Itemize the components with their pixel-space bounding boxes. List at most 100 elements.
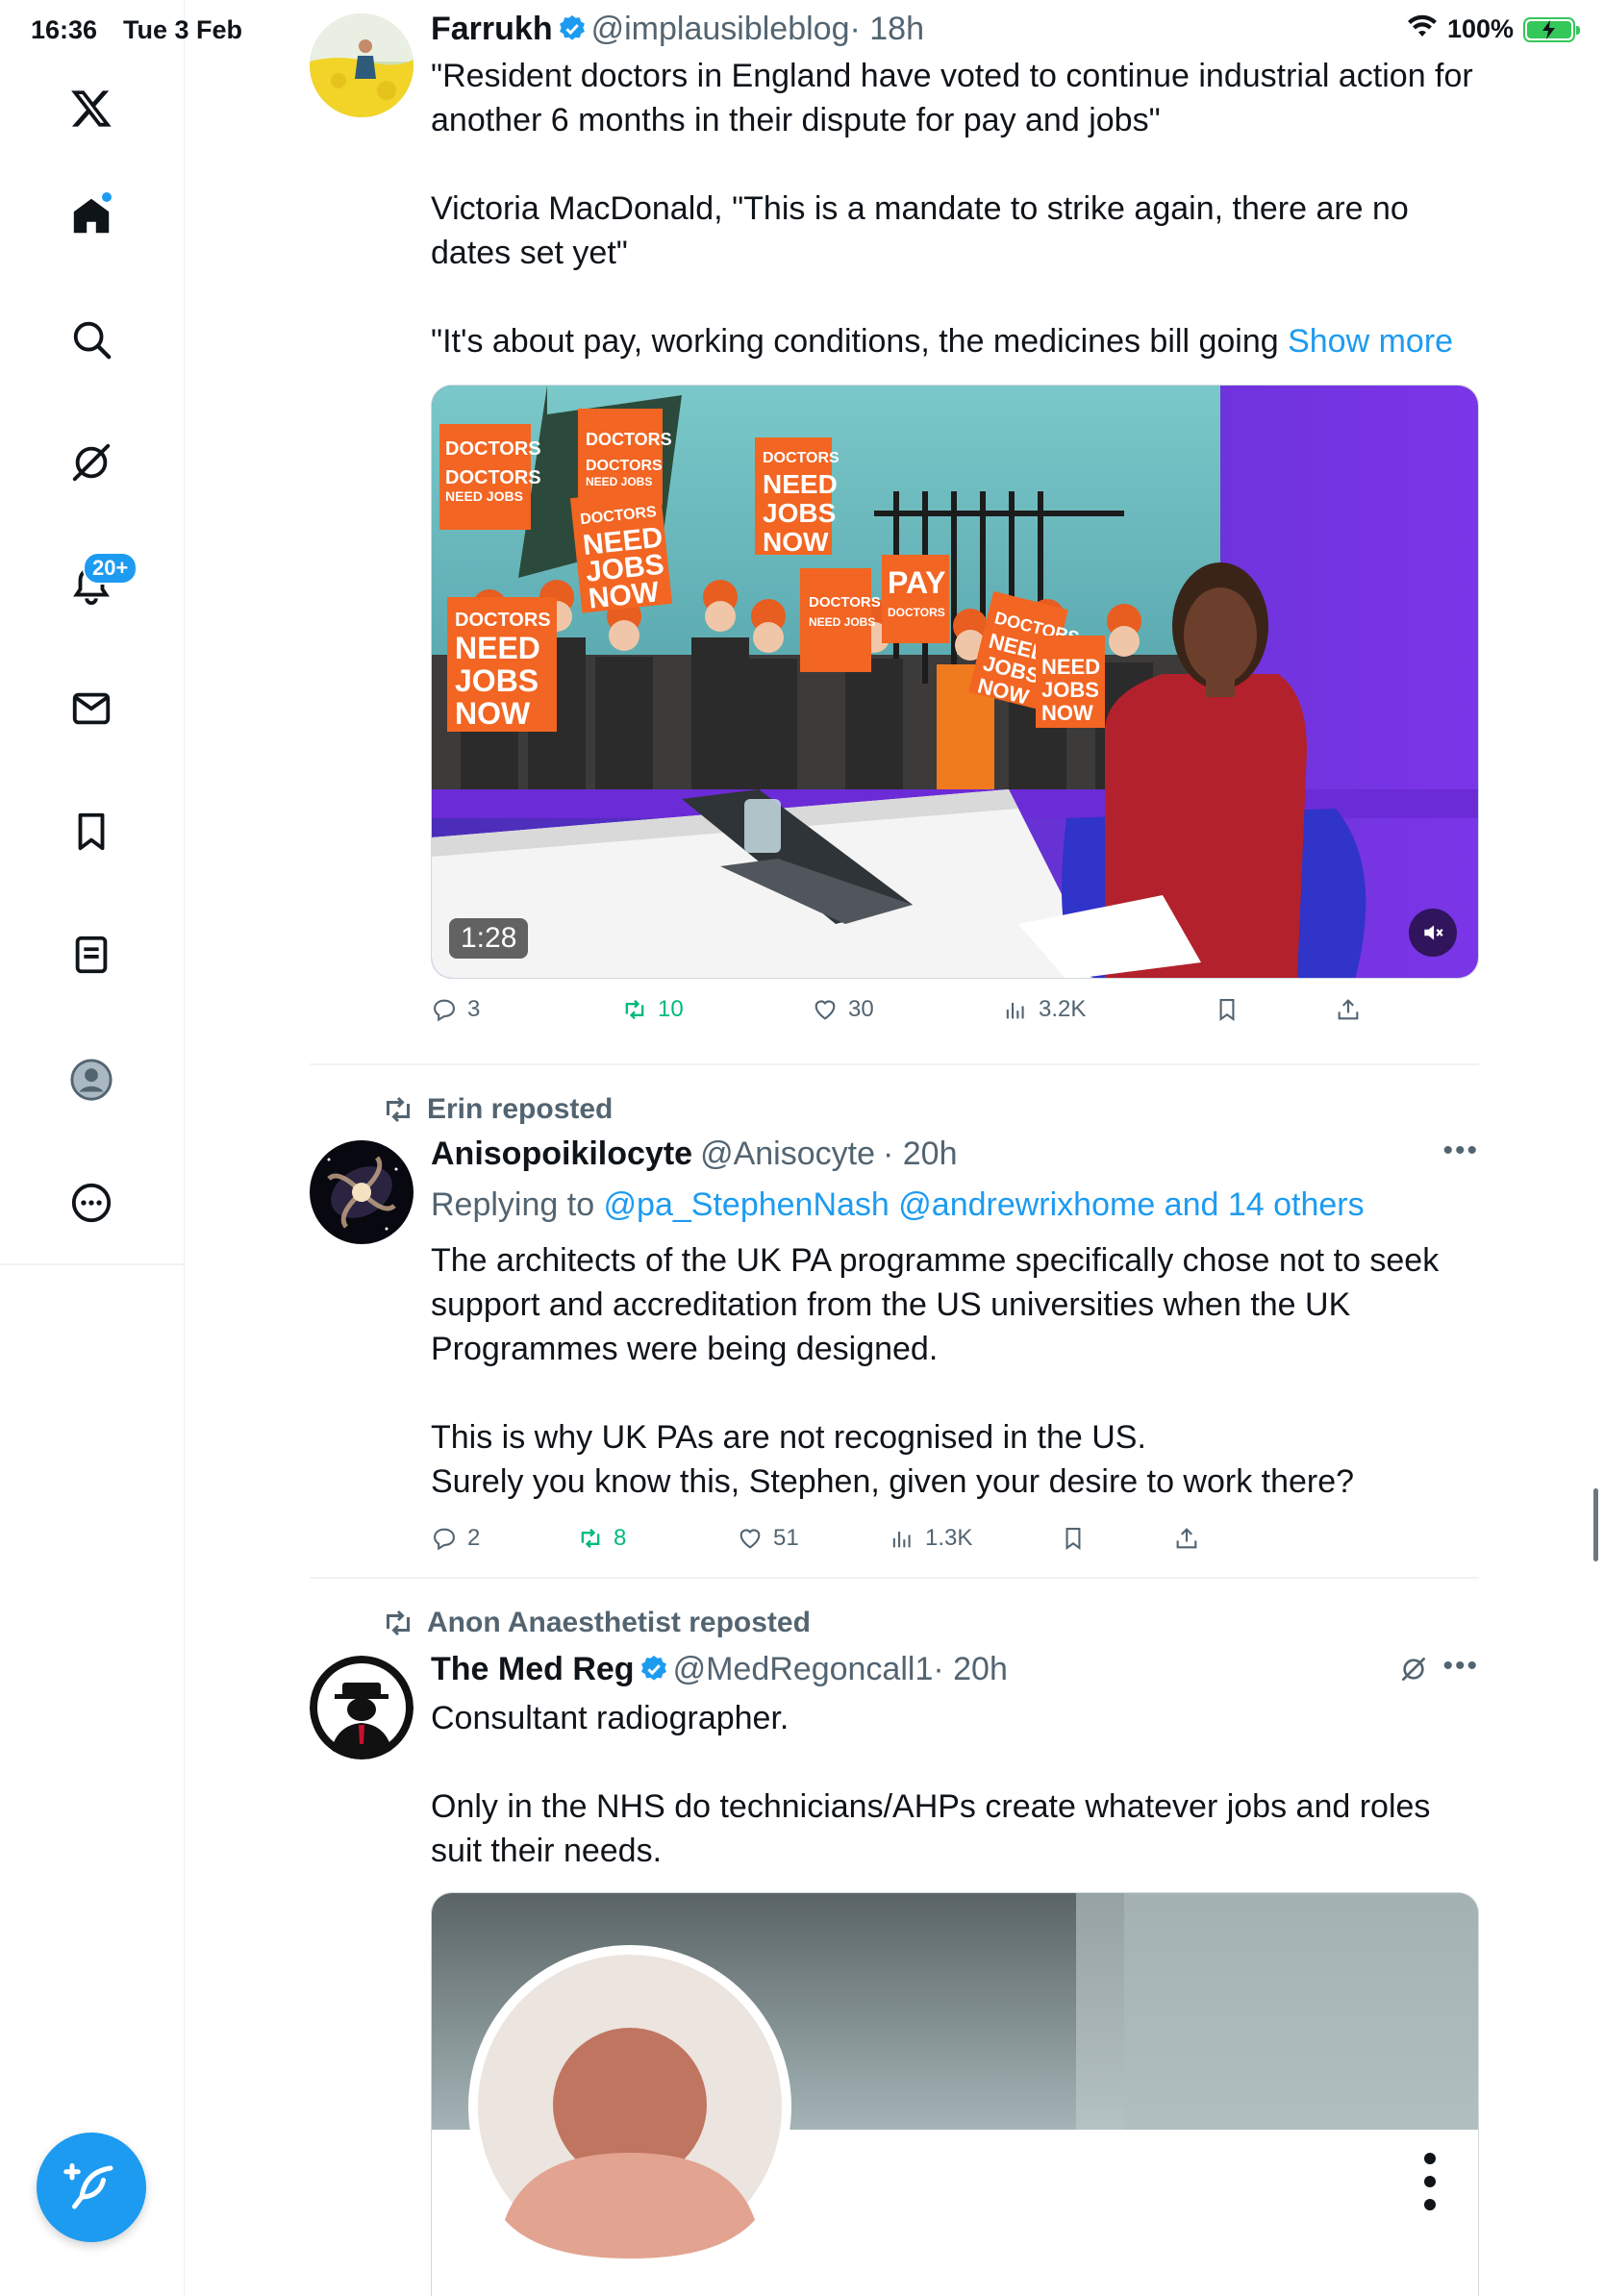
author-handle[interactable]: @MedRegoncall1 — [673, 1651, 934, 1688]
video-player[interactable]: DOCTORS DOCTORS NEED JOBS DOCTORS DOCTORS NE… — [431, 385, 1479, 979]
post-text-paragraph-1: Consultant radiographer. — [431, 1700, 789, 1736]
reply-icon — [434, 999, 455, 1022]
post-more-button[interactable]: ••• — [1442, 1135, 1479, 1167]
svg-text:NOW: NOW — [1041, 701, 1093, 725]
reply-button[interactable]: 2 — [431, 1525, 480, 1552]
status-date: Tue 3 Feb — [123, 15, 243, 44]
post-time[interactable]: · 20h — [933, 1651, 1008, 1688]
reply-button[interactable]: 3 — [431, 996, 480, 1023]
svg-text:NEED JOBS: NEED JOBS — [809, 615, 875, 629]
repost-button[interactable]: 10 — [621, 996, 684, 1023]
svg-text:JOBS: JOBS — [1041, 678, 1099, 702]
post-more-button[interactable]: ••• — [1442, 1650, 1479, 1683]
repost-count: 10 — [658, 996, 684, 1022]
like-count: 30 — [848, 996, 874, 1022]
post-text-truncated: "It's about pay, working conditions, the… — [431, 323, 1289, 360]
post-anisopoikilocyte[interactable]: Erin reposted Anisopoikilocyte @Anisocyt… — [310, 1065, 1479, 1577]
bookmark-button[interactable] — [1060, 1525, 1087, 1552]
repost-icon — [387, 1610, 410, 1636]
post-actions: 2 8 51 1.3K — [431, 1525, 1479, 1560]
views-button[interactable]: 1.3K — [889, 1525, 972, 1552]
home-icon[interactable] — [63, 188, 119, 244]
view-count: 1.3K — [925, 1525, 973, 1551]
notifications-icon[interactable]: 20+ — [63, 552, 138, 613]
repost-icon — [625, 999, 644, 1020]
post-farrukh[interactable]: Farrukh @implausibleblog · 18h "Resident… — [310, 0, 1479, 1063]
mute-button[interactable] — [1409, 909, 1457, 957]
like-button[interactable]: 51 — [737, 1525, 799, 1552]
post-text: "Resident doctors in England have voted … — [431, 54, 1479, 363]
post-text-paragraph-2: Victoria MacDonald, "This is a mandate t… — [431, 190, 1418, 271]
battery-icon — [1523, 16, 1580, 42]
svg-text:DOCTORS: DOCTORS — [763, 450, 840, 466]
avatar-anisopoikilocyte[interactable] — [310, 1140, 414, 1244]
like-button[interactable]: 30 — [812, 996, 874, 1023]
image-attachment[interactable] — [431, 1892, 1479, 2296]
post-header: The Med Reg @MedRegoncall1 · 20h ••• — [431, 1648, 1479, 1696]
repost-icon — [387, 1096, 410, 1123]
x-logo-icon[interactable] — [63, 81, 119, 137]
compose-button[interactable] — [37, 2133, 146, 2242]
lists-icon[interactable] — [63, 927, 119, 983]
reply-icon — [434, 1528, 455, 1551]
post-text: The architects of the UK PA programme sp… — [431, 1238, 1479, 1504]
replying-to-prefix: Replying to — [431, 1186, 604, 1223]
post-the-med-reg[interactable]: Anon Anaesthetist reposted The Med Reg @… — [310, 1579, 1479, 2296]
more-icon[interactable] — [63, 1175, 119, 1231]
post-text-paragraph-3: "It's about pay, working conditions, the… — [431, 319, 1479, 363]
battery-percent: 100% — [1446, 14, 1514, 43]
profile-icon[interactable] — [63, 1052, 119, 1108]
author-name[interactable]: Anisopoikilocyte — [431, 1136, 692, 1173]
search-icon[interactable] — [63, 312, 119, 367]
reposted-by[interactable]: Erin reposted — [427, 1093, 613, 1126]
reply-count: 3 — [467, 996, 481, 1022]
svg-text:JOBS: JOBS — [763, 498, 836, 528]
grok-icon[interactable] — [63, 435, 119, 490]
replying-to: Replying to @pa_StephenNash @andrewrixho… — [431, 1183, 1479, 1227]
svg-text:NEED: NEED — [1041, 655, 1100, 679]
compose-icon — [63, 2163, 113, 2209]
author-handle[interactable]: @Anisocyte — [700, 1136, 875, 1173]
share-icon — [1338, 999, 1359, 1020]
post-header: Anisopoikilocyte @Anisocyte · 20h ••• — [431, 1133, 1479, 1181]
svg-text:NEED: NEED — [455, 631, 540, 665]
post-text-paragraph-1: The architects of the UK PA programme sp… — [431, 1242, 1448, 1367]
status-time: 16:36 — [31, 15, 98, 44]
video-thumbnail: DOCTORSDOCTORSNEED JOBS DOCTORSDOCTORSNE… — [432, 386, 1478, 978]
muted-speaker-icon — [1424, 925, 1443, 940]
home-notification-dot — [100, 190, 113, 204]
messages-icon[interactable] — [63, 681, 119, 736]
repost-button[interactable]: 8 — [577, 1525, 626, 1552]
avatar-the-med-reg[interactable] — [310, 1656, 414, 1759]
share-button[interactable] — [1173, 1525, 1200, 1552]
repost-context: Erin reposted — [381, 1092, 613, 1127]
svg-text:NOW: NOW — [455, 696, 531, 731]
reply-count: 2 — [467, 1525, 481, 1551]
author-name[interactable]: The Med Reg — [431, 1651, 635, 1688]
share-button[interactable] — [1335, 996, 1362, 1023]
svg-text:NEED: NEED — [763, 469, 838, 499]
grok-button[interactable] — [1398, 1654, 1429, 1689]
profile-card-image — [432, 1893, 1478, 2296]
repost-count: 8 — [614, 1525, 627, 1551]
show-more-link[interactable]: Show more — [1288, 323, 1453, 360]
post-actions: 3 10 30 3.2K — [431, 996, 1479, 1031]
svg-text:DOCTORS: DOCTORS — [809, 594, 881, 611]
heart-icon — [739, 1529, 761, 1549]
post-time[interactable]: · 20h — [883, 1136, 958, 1173]
share-icon — [1176, 1528, 1197, 1549]
notifications-badge: 20+ — [83, 552, 138, 585]
sidebar-divider — [0, 1263, 185, 1265]
replying-to-users[interactable]: @pa_StephenNash @andrewrixhome and 14 ot… — [604, 1186, 1365, 1223]
svg-text:DOCTORS: DOCTORS — [455, 610, 551, 631]
views-icon — [1006, 1003, 1024, 1019]
views-button[interactable]: 3.2K — [1002, 996, 1086, 1023]
reposted-by[interactable]: Anon Anaesthetist reposted — [427, 1607, 811, 1639]
view-count: 3.2K — [1039, 996, 1087, 1022]
bookmark-button[interactable] — [1214, 996, 1241, 1023]
bookmarks-icon[interactable] — [63, 804, 119, 860]
scrollbar[interactable] — [1593, 1488, 1598, 1561]
video-duration: 1:28 — [449, 918, 529, 959]
svg-text:DOCTORS: DOCTORS — [445, 467, 541, 488]
status-bar: 16:36 Tue 3 Feb 100% — [0, 0, 1604, 58]
